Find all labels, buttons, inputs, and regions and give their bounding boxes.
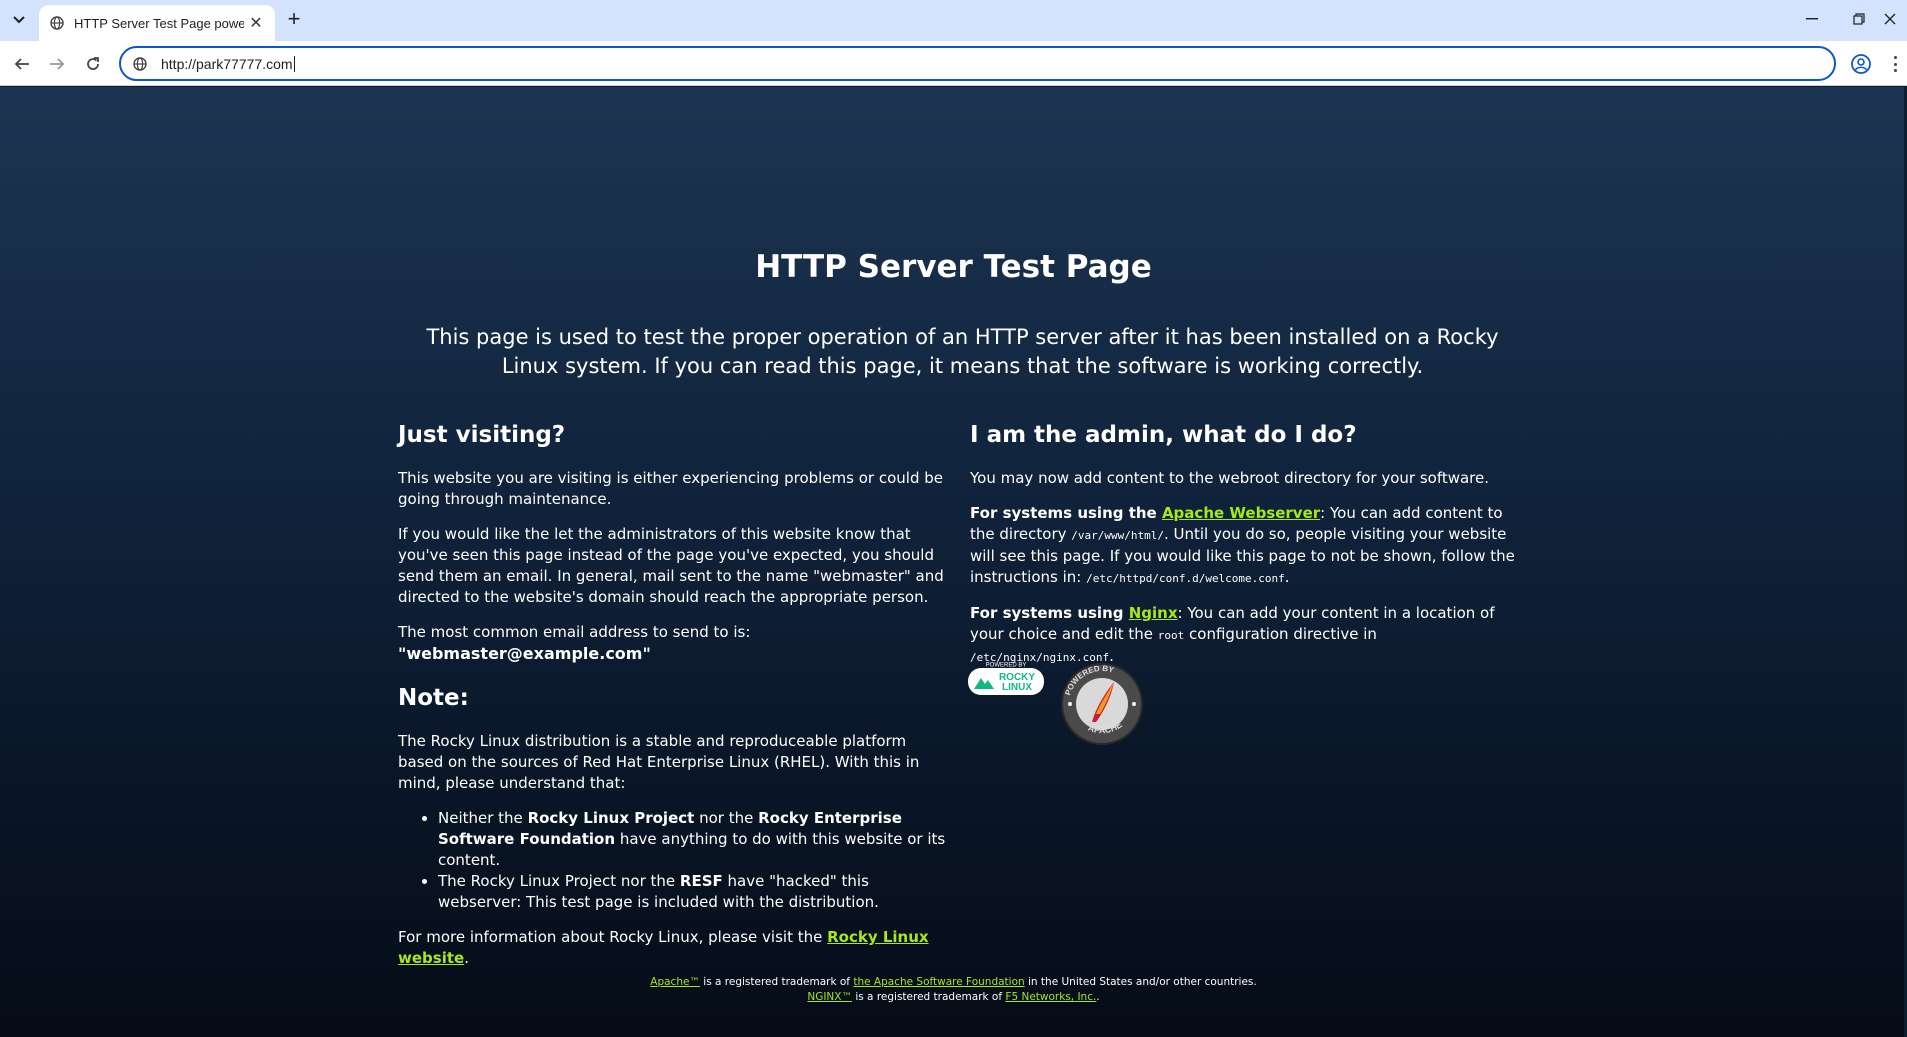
nginx-link[interactable]: Nginx — [1129, 604, 1178, 622]
tab-list-icon — [13, 16, 25, 24]
text: For more information about Rocky Linux, … — [398, 928, 828, 946]
f5-networks-link[interactable]: F5 Networks, Inc. — [1005, 991, 1096, 1003]
apache-webserver-link[interactable]: Apache Webserver — [1162, 504, 1320, 522]
apache-badge[interactable]: POWERED BY APACHE — [1061, 663, 1143, 745]
nginx-trademark-link[interactable]: NGINX™ — [807, 991, 852, 1003]
footer-line-1: Apache™ is a registered trademark of the… — [0, 975, 1907, 990]
rocky-linux-badge[interactable]: POWERED BY ROCKY LINUX — [968, 663, 1044, 696]
admin-paragraph-1: You may now add content to the webroot d… — [970, 469, 1490, 487]
code-path: /etc/httpd/conf.d/welcome.conf — [1086, 572, 1285, 585]
window-close-icon[interactable] — [1873, 6, 1907, 32]
url-text[interactable]: http://park77777.com — [161, 56, 293, 72]
visiting-column: Just visiting? This website you are visi… — [398, 420, 953, 983]
page-viewport: HTTP Server Test Page This page is used … — [0, 87, 1907, 1037]
globe-icon — [49, 15, 65, 31]
apache-paragraph: For systems using the Apache Webserver: … — [970, 503, 1525, 589]
more-info-paragraph: For more information about Rocky Linux, … — [398, 927, 953, 969]
webmaster-email: "webmaster@example.com" — [398, 644, 651, 663]
note-heading: Note: — [398, 685, 469, 711]
resf-abbrev: RESF — [679, 872, 723, 890]
rocky-badge-line2: LINUX — [1002, 682, 1032, 693]
list-item: The Rocky Linux Project nor the RESF hav… — [438, 871, 953, 913]
note-list: Neither the Rocky Linux Project nor the … — [438, 808, 953, 913]
text: The Rocky Linux Project nor the — [438, 872, 680, 890]
text: configuration directive in — [1184, 625, 1377, 643]
nginx-paragraph: For systems using Nginx: You can add you… — [970, 603, 1525, 668]
text: Neither the — [438, 809, 528, 827]
text: is a registered trademark of — [851, 991, 1006, 1003]
text: is a registered trademark of — [699, 976, 854, 988]
address-bar[interactable]: http://park77777.com — [119, 46, 1836, 81]
toolbar: http://park77777.com — [0, 41, 1907, 86]
text: . — [1096, 991, 1100, 1003]
rocky-badge-top-text: POWERED BY — [986, 663, 1027, 669]
forward-icon[interactable] — [43, 50, 71, 78]
code-term: root — [1157, 629, 1185, 642]
visiting-paragraph-3: The most common email address to send to… — [398, 622, 953, 665]
note-paragraph: The Rocky Linux distribution is a stable… — [398, 732, 920, 792]
footer-line-2: NGINX™ is a registered trademark of F5 N… — [0, 990, 1907, 1005]
admin-column: I am the admin, what do I do? You may no… — [970, 420, 1525, 682]
apache-foundation-link[interactable]: the Apache Software Foundation — [853, 976, 1024, 988]
menu-icon[interactable] — [1890, 53, 1900, 75]
admin-heading: I am the admin, what do I do? — [970, 422, 1357, 448]
plus-icon[interactable]: + — [282, 8, 306, 32]
profile-icon[interactable] — [1850, 53, 1872, 75]
page-title: HTTP Server Test Page — [755, 249, 1152, 285]
list-item: Neither the Rocky Linux Project nor the … — [438, 808, 953, 871]
text-caret — [293, 55, 295, 72]
reload-icon[interactable] — [79, 50, 107, 78]
visiting-heading: Just visiting? — [398, 422, 566, 448]
tab-list-button[interactable] — [8, 9, 30, 31]
email-intro: The most common email address to send to… — [398, 623, 751, 641]
minimize-icon[interactable] — [1795, 6, 1829, 32]
apache-trademark-link[interactable]: Apache™ — [650, 976, 700, 988]
back-icon[interactable] — [8, 50, 36, 78]
tab-strip: HTTP Server Test Page powered by ✕ + — [0, 0, 1907, 41]
visiting-paragraph-2: If you would like the let the administra… — [398, 525, 944, 606]
site-info-icon[interactable] — [131, 55, 149, 73]
restore-icon[interactable] — [1842, 6, 1876, 32]
text: in the United States and/or other countr… — [1024, 976, 1257, 988]
active-tab[interactable]: HTTP Server Test Page powered by ✕ — [39, 5, 275, 41]
footer: Apache™ is a registered trademark of the… — [0, 975, 1907, 1005]
visiting-paragraph-1: This website you are visiting is either … — [398, 469, 943, 508]
tab-title: HTTP Server Test Page powered by — [74, 15, 244, 31]
code-path: /var/www/html/ — [1071, 529, 1164, 542]
rocky-linux-project-text: Rocky Linux Project — [527, 809, 695, 827]
powered-by-badges: POWERED BY ROCKY LINUX POWERED BY APACHE — [968, 662, 1148, 747]
text: . — [1284, 568, 1290, 586]
text: nor the — [694, 809, 759, 827]
text: For systems using — [970, 604, 1129, 622]
text: . — [464, 949, 469, 967]
close-icon[interactable]: ✕ — [247, 13, 265, 33]
page-subtitle: This page is used to test the proper ope… — [426, 325, 1499, 378]
text: For systems using the — [970, 504, 1162, 522]
